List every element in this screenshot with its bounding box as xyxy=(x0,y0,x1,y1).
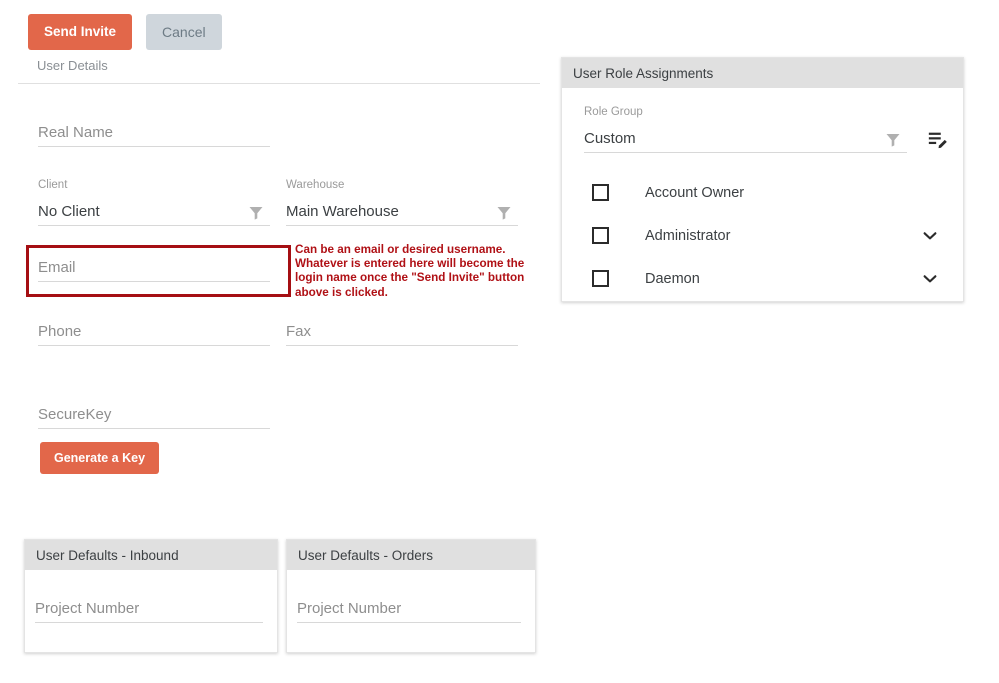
generate-key-container: Generate a Key xyxy=(40,442,160,474)
role-label: Administrator xyxy=(645,227,731,244)
filter-funnel-icon[interactable] xyxy=(496,205,512,221)
warehouse-value: Main Warehouse xyxy=(286,203,399,220)
tab-strip: User Details xyxy=(18,58,540,84)
orders-project-number-placeholder: Project Number xyxy=(297,600,402,617)
role-row-administrator[interactable]: Administrator xyxy=(576,214,949,257)
client-field[interactable]: Client No Client xyxy=(38,179,270,226)
user-role-assignments-panel: User Role Assignments Role Group Custom xyxy=(561,57,964,302)
phone-field[interactable]: Phone xyxy=(38,319,270,346)
fax-placeholder: Fax xyxy=(286,323,312,340)
warehouse-field[interactable]: Warehouse Main Warehouse xyxy=(286,179,518,226)
roles-panel-body: Role Group Custom Account Owner Administ… xyxy=(562,88,963,316)
generate-key-button[interactable]: Generate a Key xyxy=(40,442,160,474)
role-label: Account Owner xyxy=(645,184,745,201)
inbound-panel-title: User Defaults - Inbound xyxy=(36,547,179,563)
role-group-label: Role Group xyxy=(584,106,643,118)
roles-panel-title: User Role Assignments xyxy=(573,65,714,81)
role-checkbox[interactable] xyxy=(592,227,609,244)
role-list: Account Owner Administrator Daemon xyxy=(576,171,949,300)
real-name-placeholder: Real Name xyxy=(38,124,114,141)
user-invite-page: Send Invite Cancel User Details Real Nam… xyxy=(0,0,999,683)
role-group-field[interactable]: Role Group Custom xyxy=(576,102,949,153)
real-name-field[interactable]: Real Name xyxy=(38,120,270,147)
orders-panel-title: User Defaults - Orders xyxy=(298,547,434,563)
role-row-daemon[interactable]: Daemon xyxy=(576,257,949,300)
list-edit-icon[interactable] xyxy=(927,129,949,151)
role-checkbox[interactable] xyxy=(592,270,609,287)
inbound-project-number-field[interactable]: Project Number xyxy=(35,596,263,623)
client-value: No Client xyxy=(38,203,100,220)
role-row-account-owner[interactable]: Account Owner xyxy=(576,171,949,214)
user-defaults-inbound-panel: User Defaults - Inbound Project Number xyxy=(24,539,278,653)
roles-panel-header: User Role Assignments xyxy=(562,58,963,88)
inbound-project-number-placeholder: Project Number xyxy=(35,600,140,617)
role-label: Daemon xyxy=(645,270,700,287)
email-annotation-text: Can be an email or desired username. Wha… xyxy=(295,243,525,299)
securekey-placeholder: SecureKey xyxy=(38,406,112,423)
phone-placeholder: Phone xyxy=(38,323,82,340)
client-label: Client xyxy=(38,179,68,191)
cancel-button[interactable]: Cancel xyxy=(146,14,222,50)
role-group-value: Custom xyxy=(584,130,636,147)
action-toolbar: Send Invite Cancel xyxy=(28,14,222,50)
send-invite-button[interactable]: Send Invite xyxy=(28,14,133,50)
orders-panel-header: User Defaults - Orders xyxy=(287,540,535,570)
user-defaults-orders-panel: User Defaults - Orders Project Number xyxy=(286,539,536,653)
securekey-field[interactable]: SecureKey xyxy=(38,402,270,429)
warehouse-label: Warehouse xyxy=(286,179,345,191)
role-checkbox[interactable] xyxy=(592,184,609,201)
inbound-panel-body: Project Number xyxy=(25,570,277,623)
filter-funnel-icon[interactable] xyxy=(248,205,264,221)
chevron-down-icon[interactable] xyxy=(921,270,939,288)
tab-user-details[interactable]: User Details xyxy=(18,58,540,73)
filter-funnel-icon[interactable] xyxy=(885,132,901,148)
orders-project-number-field[interactable]: Project Number xyxy=(297,596,521,623)
email-highlight-box xyxy=(26,245,291,297)
chevron-down-icon[interactable] xyxy=(921,227,939,245)
inbound-panel-header: User Defaults - Inbound xyxy=(25,540,277,570)
fax-field[interactable]: Fax xyxy=(286,319,518,346)
orders-panel-body: Project Number xyxy=(287,570,535,623)
